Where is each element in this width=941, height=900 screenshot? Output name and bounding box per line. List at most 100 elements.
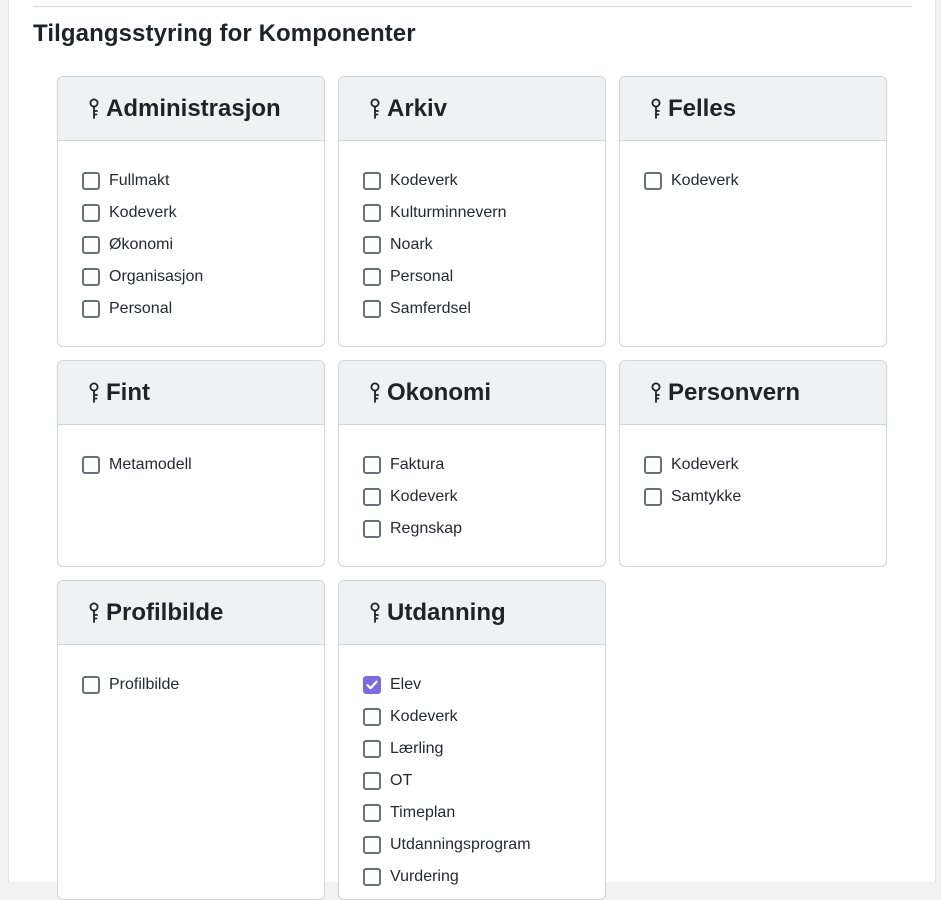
checkbox[interactable]	[363, 772, 381, 790]
checkbox-label: Profilbilde	[109, 676, 180, 693]
checkbox[interactable]	[363, 836, 381, 854]
checkbox[interactable]	[82, 172, 100, 190]
checkbox-item[interactable]: Samferdsel	[363, 293, 605, 325]
card-header: Fint	[58, 361, 324, 425]
checkbox[interactable]	[644, 172, 662, 190]
card-header: Profilbilde	[58, 581, 324, 645]
card-header: Arkiv	[339, 77, 605, 141]
checkbox[interactable]	[82, 268, 100, 286]
checkbox-item[interactable]: Kodeverk	[363, 165, 605, 197]
checkbox-item[interactable]: Regnskap	[363, 513, 605, 545]
checkbox-label: Noark	[390, 236, 433, 253]
checkbox[interactable]	[363, 520, 381, 538]
checkbox[interactable]	[363, 488, 381, 506]
card-header: Utdanning	[339, 581, 605, 645]
card-body: Kodeverk Kulturminnevern Noark Personal Samf…	[339, 141, 605, 325]
checkbox[interactable]	[82, 300, 100, 318]
card-header: Personvern	[620, 361, 886, 425]
checkbox-label: Kulturminnevern	[390, 204, 507, 221]
checkbox-item[interactable]: Utdanningsprogram	[363, 829, 605, 861]
checkbox-label: Timeplan	[390, 804, 456, 821]
checkbox-item[interactable]: OT	[363, 765, 605, 797]
card-header: Felles	[620, 77, 886, 141]
checkbox-label: Vurdering	[390, 868, 459, 885]
checkbox[interactable]	[363, 172, 381, 190]
checkbox[interactable]	[363, 868, 381, 886]
checkbox-label: Elev	[390, 676, 422, 693]
checkbox-label: Kodeverk	[671, 456, 739, 473]
card-personvern: Personvern Kodeverk Samtykke	[619, 360, 887, 567]
card-header: Administrasjon	[58, 77, 324, 141]
checkbox-item[interactable]: Kodeverk	[644, 449, 886, 481]
checkbox-item[interactable]: Vurdering	[363, 861, 605, 893]
checkbox-item[interactable]: Økonomi	[82, 229, 324, 261]
checkbox-label: Kodeverk	[390, 488, 458, 505]
checkbox-item[interactable]: Elev	[363, 669, 605, 701]
checkbox-item[interactable]: Kodeverk	[363, 481, 605, 513]
checkbox-item[interactable]: Fullmakt	[82, 165, 324, 197]
checkbox-label: Kodeverk	[390, 172, 458, 189]
checkbox-item[interactable]: Noark	[363, 229, 605, 261]
card-body: Profilbilde	[58, 645, 324, 701]
key-icon	[89, 602, 99, 623]
checkbox-item[interactable]: Metamodell	[82, 449, 324, 481]
checkbox-label: Personal	[390, 268, 454, 285]
checkbox[interactable]	[82, 456, 100, 474]
card-profilbilde: Profilbilde Profilbilde	[57, 580, 325, 900]
checkbox[interactable]	[82, 204, 100, 222]
checkbox-label: Regnskap	[390, 520, 463, 537]
checkbox-item[interactable]: Kulturminnevern	[363, 197, 605, 229]
checkbox-item[interactable]: Profilbilde	[82, 669, 324, 701]
card-body: Elev Kodeverk Lærling OT Timeplan Utdanningsp…	[339, 645, 605, 893]
checkbox[interactable]	[363, 676, 381, 694]
checkbox-item[interactable]: Timeplan	[363, 797, 605, 829]
checkbox[interactable]	[363, 708, 381, 726]
checkbox-label: Utdanningsprogram	[390, 836, 531, 853]
checkbox[interactable]	[363, 740, 381, 758]
checkbox-label: Kodeverk	[671, 172, 739, 189]
checkbox-item[interactable]: Kodeverk	[363, 701, 605, 733]
checkbox-item[interactable]: Personal	[363, 261, 605, 293]
checkbox-label: Kodeverk	[109, 204, 177, 221]
key-icon	[89, 98, 99, 119]
card-title: Administrasjon	[106, 94, 281, 122]
card-body: Kodeverk Samtykke	[620, 425, 886, 513]
divider	[33, 6, 912, 7]
key-icon	[370, 98, 380, 119]
card-title: Fint	[106, 378, 150, 406]
checkbox-item[interactable]: Organisasjon	[82, 261, 324, 293]
checkbox-label: Økonomi	[109, 236, 174, 253]
card-title: Personvern	[668, 378, 801, 406]
card-title: Okonomi	[387, 378, 492, 406]
checkbox[interactable]	[82, 236, 100, 254]
card-header: Okonomi	[339, 361, 605, 425]
checkbox-item[interactable]: Faktura	[363, 449, 605, 481]
checkbox[interactable]	[363, 268, 381, 286]
checkbox-item[interactable]: Samtykke	[644, 481, 886, 513]
card-body: Kodeverk	[620, 141, 886, 197]
key-icon	[370, 602, 380, 623]
checkbox-item[interactable]: Lærling	[363, 733, 605, 765]
checkbox[interactable]	[363, 300, 381, 318]
checkbox[interactable]	[363, 804, 381, 822]
card-body: Faktura Kodeverk Regnskap	[339, 425, 605, 545]
checkbox[interactable]	[644, 456, 662, 474]
card-body: Fullmakt Kodeverk Økonomi Organisasjon Perso…	[58, 141, 324, 325]
card-title: Felles	[668, 94, 737, 122]
checkbox-label: Kodeverk	[390, 708, 458, 725]
card-fint: Fint Metamodell	[57, 360, 325, 567]
checkbox[interactable]	[363, 456, 381, 474]
checkbox[interactable]	[644, 488, 662, 506]
checkbox-item[interactable]: Kodeverk	[82, 197, 324, 229]
checkbox[interactable]	[363, 204, 381, 222]
checkbox-item[interactable]: Kodeverk	[644, 165, 886, 197]
checkbox-item[interactable]: Personal	[82, 293, 324, 325]
checkbox-label: Fullmakt	[109, 172, 170, 189]
card-title: Arkiv	[387, 94, 448, 122]
checkbox[interactable]	[82, 676, 100, 694]
checkbox[interactable]	[363, 236, 381, 254]
checkbox-label: OT	[390, 772, 413, 789]
checkbox-label: Metamodell	[109, 456, 192, 473]
card-utdanning: Utdanning Elev Kodeverk Lærling OT Timeplan Ut…	[338, 580, 606, 900]
card-administrasjon: Administrasjon Fullmakt Kodeverk Økonomi Org…	[57, 76, 325, 347]
